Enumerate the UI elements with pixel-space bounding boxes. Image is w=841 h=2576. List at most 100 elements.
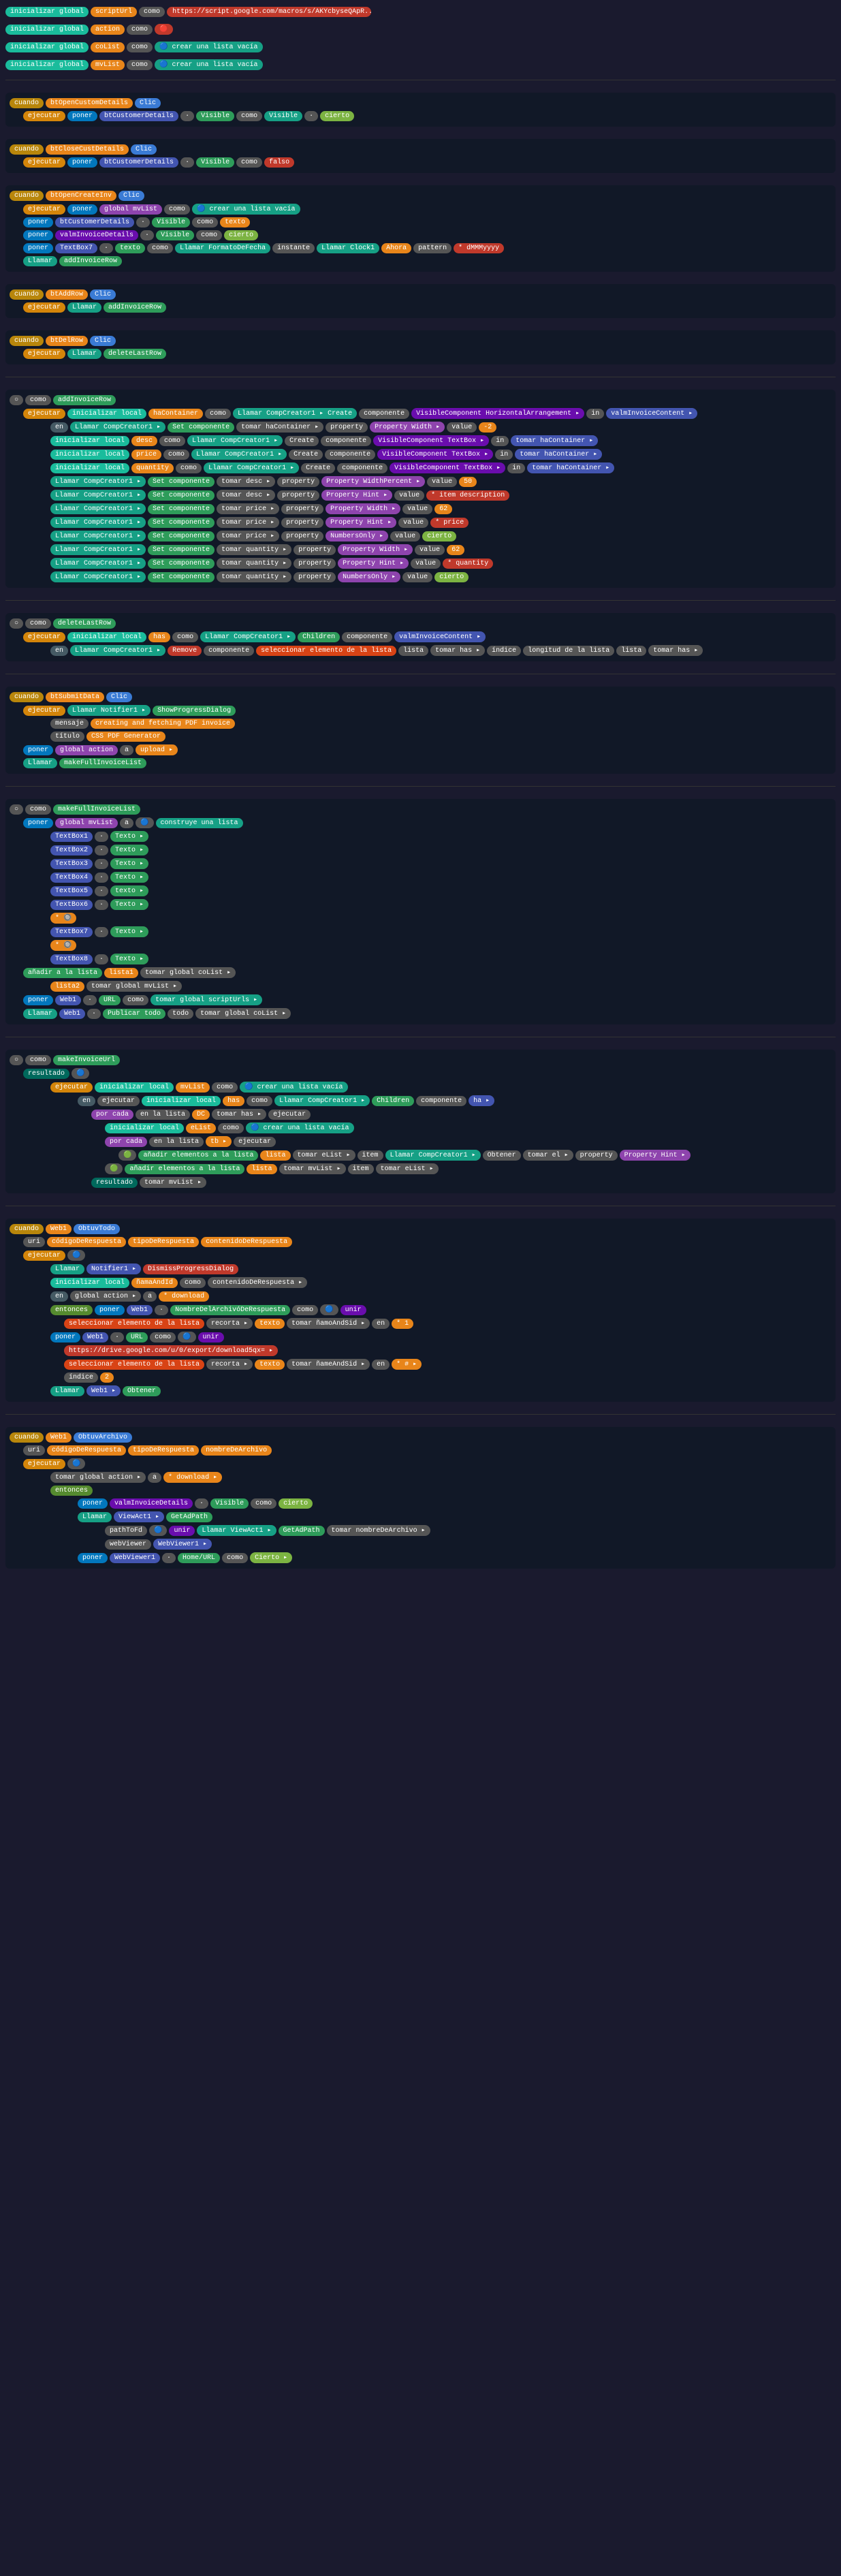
btclosecust-trigger: Clic [131, 144, 157, 155]
set-price-hint: Llamar CompCreator1 ▸ Set componente tom… [50, 516, 831, 529]
circle-blue-1: 🔵 [136, 817, 153, 828]
cuando-btclosecust-row: cuando btCloseCustDetails Clic [10, 143, 831, 156]
fn-deletelastrow: ○ como deleteLastRow ejecutar inicializa… [5, 613, 836, 661]
publicartodo: Publicar todo [103, 1009, 165, 1019]
o-circle-3: ○ [10, 804, 23, 815]
value-50: 50 [459, 477, 477, 487]
obtuvarchivo-vars: uri códigoDeRespuesta tipoDeRespuesta no… [23, 1444, 831, 1457]
anadir-pill-3: añadir elementos a la lista [125, 1164, 244, 1174]
circle-green-1: 🟢 [118, 1150, 136, 1161]
event-btopencreateinv: cuando btOpenCreateInv Clic ejecutar pon… [5, 185, 836, 272]
btaddrow-trigger: Clic [90, 289, 116, 300]
en-label-2: en [372, 1319, 390, 1329]
init-local-pill-4: inicializar local [50, 463, 129, 473]
ejecutar-pill-4: ejecutar [23, 302, 65, 313]
desc-var: desc [131, 436, 157, 446]
init-local-pill-5: inicializar local [50, 1278, 129, 1288]
in-label-2: in [491, 436, 509, 446]
url-part-1: https://drive.google.com/u/0/export/down… [64, 1344, 831, 1357]
n1-val: * 1 [392, 1319, 413, 1329]
set-comp-3: Set componente [148, 504, 215, 514]
poner-textbox7-row: poner TextBox7 · texto como Llamar Forma… [23, 242, 831, 255]
set-price-numbersonly: Llamar CompCreator1 ▸ Set componente tom… [50, 529, 831, 543]
dot-visible-1: · [180, 111, 194, 121]
cuando-btdelrow-row: cuando btDelRow Clic [10, 334, 831, 347]
titulo-val: CSS PDF Generator [86, 732, 165, 742]
como-pill-6: como [236, 157, 262, 168]
dot-web1: · [83, 995, 97, 1005]
prop-label-4: property [281, 504, 323, 514]
create-lista-3[interactable]: 🔵 crear una lista vacía [246, 1122, 353, 1133]
has-var-2: has [223, 1096, 244, 1106]
cuando-pill-7: cuando [10, 1224, 44, 1234]
ejecutar-pill-2: ejecutar [23, 157, 65, 168]
poner-pill-6: poner [23, 243, 53, 253]
init-local-hacontainer: inicializar local [67, 409, 146, 419]
visible-prop-3: Visible [152, 217, 190, 227]
componente-label-7: componente [416, 1096, 466, 1106]
nombreandid-var: ñamaAndId [131, 1278, 178, 1288]
btopencreateinv-body: ejecutar poner global mvList como 🔵 crea… [23, 202, 831, 268]
textbox2-row: TextBox2 · Texto ▸ [50, 843, 831, 857]
tomar-price-2: tomar price ▸ [217, 517, 279, 528]
webviewer-comp: WebViewer1 ▸ [153, 1539, 212, 1550]
ejecutar-addinvoicerow: ejecutar inicializar local haContainer c… [23, 407, 831, 420]
makefullinvoicelist-body: poner global mvList a 🔵 construye una li… [23, 816, 831, 1020]
componente-label-2: componente [321, 436, 371, 446]
colist-value[interactable]: 🔵 crear una lista vacía [155, 42, 262, 52]
fn-makeinvoiceurl: ○ como makeInvoiceUrl resultado 🔵 ejecut… [5, 1050, 836, 1193]
cuando-btopencreateinv-row: cuando btOpenCreateInv Clic [10, 189, 831, 202]
event-web1-obtuvtodo: cuando Web1 ObtuvTodo uri códigoDeRespue… [5, 1219, 836, 1402]
webviewer1: WebViewer1 [110, 1553, 160, 1563]
set-comp: Set componente [168, 422, 234, 433]
textbox7: TextBox7 [55, 243, 97, 253]
set-comp-7: Set componente [148, 559, 215, 569]
mvlist-value[interactable]: 🔵 crear una lista vacía [155, 59, 262, 70]
fn-makefullinvoicelist: ○ como makeFullInvoiceList poner global … [5, 799, 836, 1024]
ejecutar-pill-11: ejecutar [23, 1459, 65, 1469]
ejecutar-btopencreateinv-row: ejecutar poner global mvList como 🔵 crea… [23, 202, 831, 216]
message-row: mensaje creating and fetching PDF invoic… [50, 717, 831, 730]
llamar-notifier-showprogress: ejecutar Llamar Notifier1 ▸ ShowProgress… [23, 704, 831, 717]
llamar-comp1-set-8: Llamar CompCreator1 ▸ [50, 571, 146, 582]
porcada-pill-2: por cada [105, 1137, 147, 1147]
cuando-pill-3: cuando [10, 191, 44, 201]
message-val: creating and fetching PDF invoice [91, 719, 235, 729]
cuando-pill-2: cuando [10, 144, 44, 155]
llamar-compcreator1-create-2: Llamar CompCreator1 ▸ [187, 435, 283, 446]
contenidoRespuesta-var: contenidoDeRespuesta [201, 1237, 292, 1247]
num-val-row: * 🔘 [50, 911, 831, 925]
cierto-val-6: Cierto ▸ [250, 1552, 292, 1563]
como-pill-3: como [127, 42, 153, 52]
cuando-pill-8: cuando [10, 1432, 44, 1443]
addinvoicerow-2: addInvoiceRow [104, 302, 166, 313]
web1-comp-1: Web1 [46, 1224, 72, 1234]
circle-green-2: 🟢 [105, 1163, 123, 1174]
seleccionar-pill-2: seleccionar elemento de la lista [64, 1360, 204, 1370]
notifier-2: Notifier1 ▸ [86, 1263, 141, 1274]
poner-pill-7: poner [23, 745, 53, 755]
anadir-elist: 🟢 añadir elementos a la lista lista toma… [118, 1148, 831, 1162]
como-addinvoicerow-header: ○ como addInvoiceRow [10, 394, 831, 407]
ejecutar-obtuvarchivo: ejecutar 🔵 [23, 1457, 831, 1471]
cierto-val-4: cierto [434, 572, 469, 582]
desc-properties: Llamar CompCreator1 ▸ Set componente tom… [50, 475, 831, 584]
btclosecust-comp: btCloseCustDetails [46, 144, 129, 155]
result-circle: 🔵 [72, 1068, 89, 1079]
lista2-row: lista2 tomar global mvList ▸ [50, 979, 831, 993]
value-label-2: value [427, 477, 457, 487]
lista1-label: lista1 [104, 968, 138, 978]
textbox8: TextBox8 [50, 954, 93, 964]
uri-label-2: uri [23, 1445, 45, 1456]
entonces-obtuvarchivo: entonces [50, 1484, 831, 1497]
set-quantity-width: Llamar CompCreator1 ▸ Set componente tom… [50, 543, 831, 556]
unir-pill-3: unir [169, 1526, 195, 1536]
fn-addinvoicerow: ○ como addInvoiceRow ejecutar inicializa… [5, 390, 836, 588]
create-lista-2[interactable]: 🔵 crear una lista vacía [240, 1082, 347, 1093]
value-neg2: -2 [479, 422, 496, 433]
makeinvoiceurl-body: resultado 🔵 ejecutar inicializar local m… [23, 1067, 831, 1189]
como-kw-4: como [163, 450, 189, 460]
crear-lista-1[interactable]: 🔵 crear una lista vacía [192, 204, 300, 215]
construye-lista: construye una lista [156, 818, 243, 828]
set-desc-widthpercent: Llamar CompCreator1 ▸ Set componente tom… [50, 475, 831, 488]
